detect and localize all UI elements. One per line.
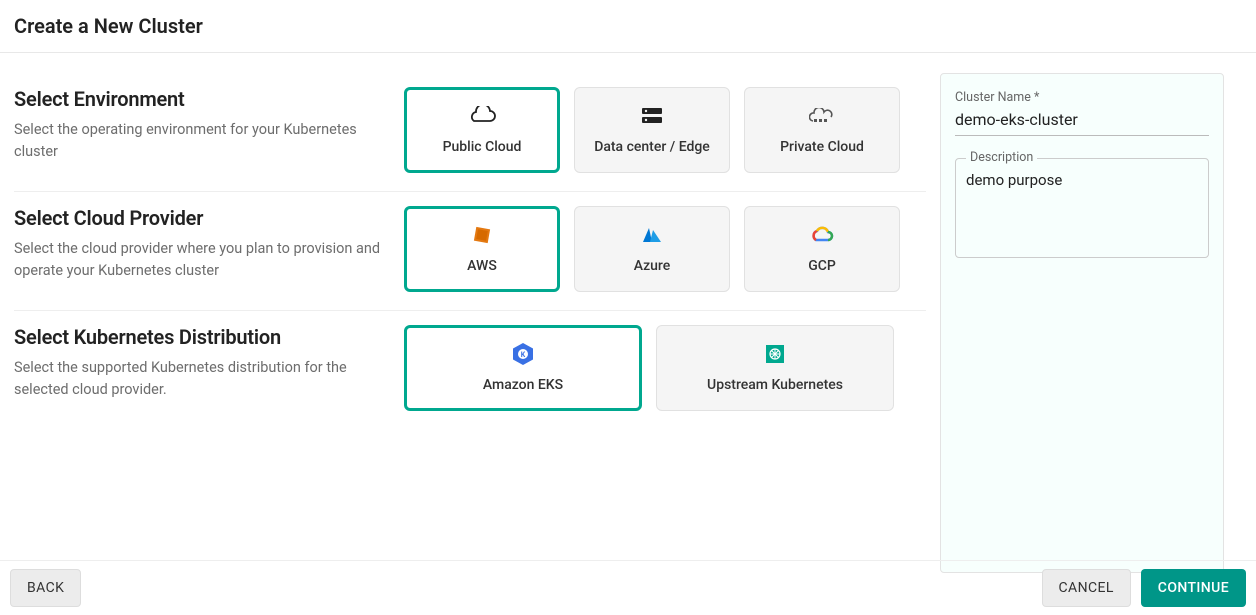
continue-button[interactable]: CONTINUE (1141, 569, 1246, 607)
section-distribution-text: Select Kubernetes Distribution Select th… (14, 325, 404, 411)
upstream-kubernetes-icon (764, 343, 786, 365)
page-title: Create a New Cluster (0, 0, 1256, 53)
section-environment-title: Select Environment (14, 87, 384, 111)
section-distribution-title: Select Kubernetes Distribution (14, 325, 384, 349)
cloud-icon (467, 105, 497, 127)
option-data-center[interactable]: Data center / Edge (574, 87, 730, 173)
main-area: Select Environment Select the operating … (0, 53, 1256, 573)
details-panel: Cluster Name * Description (940, 73, 1224, 573)
option-label: Data center / Edge (594, 139, 710, 155)
option-azure[interactable]: Azure (574, 206, 730, 292)
azure-icon (641, 224, 663, 246)
description-input[interactable] (966, 171, 1198, 241)
cancel-button[interactable]: CANCEL (1042, 569, 1131, 607)
environment-options: Public Cloud Data center / Edge Private … (404, 87, 900, 173)
option-label: Public Cloud (443, 139, 522, 155)
svg-text:K: K (521, 351, 526, 359)
section-provider-text: Select Cloud Provider Select the cloud p… (14, 206, 404, 292)
footer: BACK CANCEL CONTINUE (0, 560, 1256, 615)
eks-icon: K (511, 343, 535, 365)
server-icon (640, 105, 664, 127)
section-environment-text: Select Environment Select the operating … (14, 87, 404, 173)
provider-options: AWS Azure GCP (404, 206, 900, 292)
section-distribution-desc: Select the supported Kubernetes distribu… (14, 357, 384, 401)
cluster-name-label: Cluster Name * (955, 90, 1209, 105)
option-amazon-eks[interactable]: K Amazon EKS (404, 325, 642, 411)
option-upstream-kubernetes[interactable]: Upstream Kubernetes (656, 325, 894, 411)
cluster-name-input[interactable] (955, 107, 1209, 136)
section-environment-desc: Select the operating environment for you… (14, 119, 384, 163)
gcp-icon (810, 224, 834, 246)
section-provider-desc: Select the cloud provider where you plan… (14, 238, 384, 282)
description-label: Description (966, 150, 1037, 165)
private-cloud-icon (809, 105, 835, 127)
option-gcp[interactable]: GCP (744, 206, 900, 292)
option-label: Upstream Kubernetes (707, 377, 843, 393)
option-label: GCP (808, 258, 836, 274)
option-label: Amazon EKS (483, 377, 563, 393)
back-button[interactable]: BACK (10, 569, 81, 607)
footer-right: CANCEL CONTINUE (1042, 569, 1246, 607)
description-field: Description (955, 158, 1209, 258)
option-private-cloud[interactable]: Private Cloud (744, 87, 900, 173)
option-label: Azure (634, 258, 671, 274)
section-distribution: Select Kubernetes Distribution Select th… (14, 310, 926, 429)
section-provider: Select Cloud Provider Select the cloud p… (14, 191, 926, 310)
section-environment: Select Environment Select the operating … (14, 73, 926, 191)
aws-icon (471, 224, 493, 246)
option-label: Private Cloud (780, 139, 864, 155)
section-provider-title: Select Cloud Provider (14, 206, 384, 230)
distribution-options: K Amazon EKS Upstream Kubernetes (404, 325, 894, 411)
option-aws[interactable]: AWS (404, 206, 560, 292)
option-label: AWS (467, 258, 497, 274)
config-sections: Select Environment Select the operating … (0, 53, 940, 573)
option-public-cloud[interactable]: Public Cloud (404, 87, 560, 173)
